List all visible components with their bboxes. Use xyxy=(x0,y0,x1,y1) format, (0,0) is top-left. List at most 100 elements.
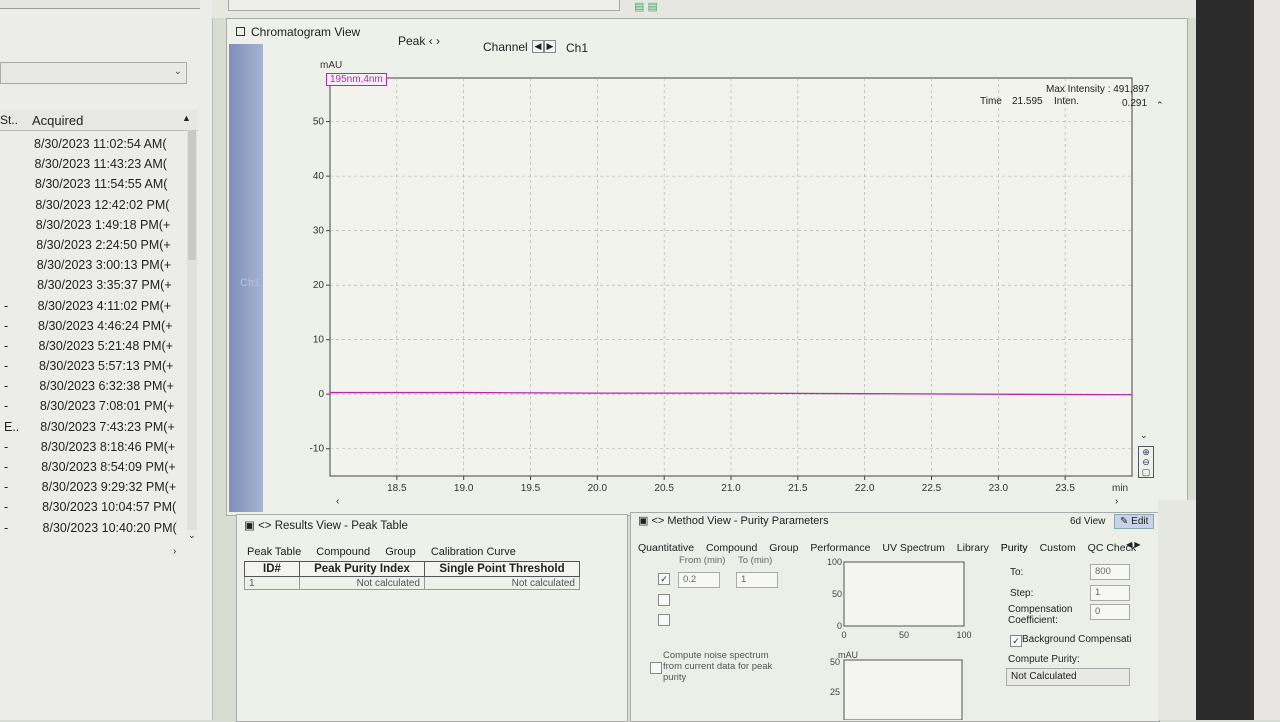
scrollbar-thumb[interactable] xyxy=(188,130,196,260)
tab-performance[interactable]: Performance xyxy=(810,542,870,554)
view-toggle[interactable]: 6d View xyxy=(1070,516,1105,527)
x-tick-label: 20.0 xyxy=(588,483,608,494)
list-item-status: - xyxy=(4,460,9,474)
tab-purity[interactable]: Purity xyxy=(1001,542,1028,554)
step-field[interactable]: 1 xyxy=(1090,585,1130,601)
list-item-status: - xyxy=(4,500,9,515)
table-row[interactable]: 1 Not calculated Not calculated xyxy=(244,576,580,590)
list-item[interactable]: 8/30/2023 11:02:54 AM( xyxy=(0,134,198,154)
list-item[interactable]: 8/30/2023 12:42:02 PM( xyxy=(0,195,198,215)
list-item[interactable]: 8/30/2023 3:35:37 PM(+ xyxy=(0,275,198,295)
acquired-list-header[interactable]: St.. Acquired ▲ xyxy=(0,110,198,131)
list-item[interactable]: - 8/30/2023 10:40:20 PM( xyxy=(0,518,198,538)
list-item[interactable]: - 8/30/2023 6:32:38 PM(+ xyxy=(0,376,198,396)
x-scroll-left-icon[interactable]: ‹ xyxy=(336,496,339,507)
compute-noise-checkbox[interactable] xyxy=(650,662,662,674)
to-min-field[interactable]: 1 xyxy=(736,572,778,588)
top-input-field[interactable] xyxy=(228,0,620,11)
window-icon[interactable]: ▣ xyxy=(638,515,648,527)
inten-label: Inten. xyxy=(1054,96,1080,107)
window-icon[interactable] xyxy=(236,27,245,36)
method-tabs: Quantitative Compound Group Performance … xyxy=(638,542,1145,554)
window-icon[interactable]: ▣ xyxy=(244,520,255,532)
list-item[interactable]: E.. 8/30/2023 7:43:23 PM(+ xyxy=(0,417,198,437)
to-field[interactable]: 800 xyxy=(1090,564,1130,580)
code-icon[interactable]: <> xyxy=(651,515,664,527)
list-item-acquired: 8/30/2023 7:08:01 PM(+ xyxy=(39,399,175,414)
range-1-checkbox[interactable]: ✓ xyxy=(658,573,670,585)
list-item[interactable]: 8/30/2023 2:24:50 PM(+ xyxy=(0,235,198,255)
monitor-bezel xyxy=(1196,0,1254,720)
toolbar-chart-icon[interactable]: ▤ ▤ xyxy=(634,0,658,13)
list-item[interactable]: - 8/30/2023 8:54:09 PM(+ xyxy=(0,457,198,477)
list-item-status: - xyxy=(4,399,9,414)
compensation-coefficient-field[interactable]: 0 xyxy=(1090,604,1130,620)
range-3-checkbox[interactable] xyxy=(658,614,670,626)
background-compensation-checkbox[interactable]: ✓ xyxy=(1010,635,1022,647)
tab-peak-table[interactable]: Peak Table xyxy=(247,546,301,558)
tab-custom[interactable]: Custom xyxy=(1040,542,1076,554)
list-item[interactable]: - 8/30/2023 8:18:46 PM(+ xyxy=(0,437,198,457)
column-header-peak-purity-index[interactable]: Peak Purity Index xyxy=(299,561,425,577)
channel-arrows[interactable]: ◀ ▶ xyxy=(532,40,556,53)
chevron-down-icon[interactable]: ⌄ xyxy=(174,66,182,77)
list-item[interactable]: - 8/30/2023 5:57:13 PM(+ xyxy=(0,356,198,376)
legend-entry: 195nm,4nm xyxy=(326,73,387,86)
list-item-acquired: 8/30/2023 10:04:57 PM( xyxy=(42,500,177,515)
scroll-down-icon[interactable]: ⌄ xyxy=(188,530,196,541)
x-tick-label: 22.0 xyxy=(855,483,875,494)
acquired-column-header[interactable]: Acquired xyxy=(32,113,83,128)
list-item[interactable]: - 8/30/2023 9:29:32 PM(+ xyxy=(0,477,198,497)
list-item-acquired: 8/30/2023 2:24:50 PM(+ xyxy=(36,237,171,252)
inten-value: 0.291 xyxy=(1122,98,1148,109)
list-item[interactable]: - 8/30/2023 5:21:48 PM(+ xyxy=(0,336,198,356)
edit-button[interactable]: ✎ Edit xyxy=(1114,514,1155,529)
peak-selector[interactable]: Peak ‹ › xyxy=(398,34,440,48)
chromatogram-plot[interactable]: 18.5 19.0 19.5 20.0 20.5 21.0 21.5 22.0 22.5 23.0… xyxy=(300,56,1150,506)
plot-scroll-down-icon[interactable]: ⌄ xyxy=(1140,430,1148,441)
max-intensity-label: Max Intensity : 491,897 xyxy=(1046,84,1150,95)
plot-scroll-up-icon[interactable]: ⌃ xyxy=(1156,100,1164,111)
tab-compound[interactable]: Compound xyxy=(316,546,370,558)
range-2-checkbox[interactable] xyxy=(658,594,670,606)
list-item-acquired: 8/30/2023 9:29:32 PM(+ xyxy=(41,480,177,495)
tab-group[interactable]: Group xyxy=(769,542,798,554)
x-scroll-right-icon[interactable]: › xyxy=(1115,496,1118,507)
list-item[interactable]: 8/30/2023 11:54:55 AM( xyxy=(0,174,198,194)
from-min-field[interactable]: 0.2 xyxy=(678,572,720,588)
list-item[interactable]: - 8/30/2023 10:04:57 PM( xyxy=(0,497,198,517)
list-item[interactable]: 8/30/2023 11:43:23 AM( xyxy=(0,154,198,174)
left-filter-combo[interactable]: ⌄ xyxy=(0,62,187,84)
method-tabs-arrows[interactable]: ◀ ▶ xyxy=(1126,540,1141,549)
tab-compound[interactable]: Compound xyxy=(706,542,757,554)
tab-quantitative[interactable]: Quantitative xyxy=(638,542,694,554)
sort-up-icon[interactable]: ▲ xyxy=(182,113,191,123)
pencil-icon: ✎ xyxy=(1120,516,1129,527)
tab-group[interactable]: Group xyxy=(385,546,416,558)
y-tick-label: 30 xyxy=(313,226,325,237)
list-item[interactable]: - 8/30/2023 4:11:02 PM(+ xyxy=(0,296,198,316)
channel-next-icon[interactable]: ▶ xyxy=(544,40,556,53)
list-item[interactable]: - 8/30/2023 7:08:01 PM(+ xyxy=(0,396,198,416)
scroll-right-icon[interactable]: › xyxy=(173,546,176,557)
x-tick-label: 23.5 xyxy=(1055,483,1075,494)
list-item[interactable]: 8/30/2023 1:49:18 PM(+ xyxy=(0,215,198,235)
column-header-single-point-threshold[interactable]: Single Point Threshold xyxy=(424,561,580,577)
compute-purity-select[interactable]: Not Calculated xyxy=(1006,668,1130,686)
list-item[interactable]: - 8/30/2023 4:46:24 PM(+ xyxy=(0,316,198,336)
column-header-id[interactable]: ID# xyxy=(244,561,300,577)
channel-prev-icon[interactable]: ◀ xyxy=(532,40,544,53)
tab-library[interactable]: Library xyxy=(957,542,989,554)
mini-x-tick-label: 50 xyxy=(899,630,909,640)
acquired-list-scrollbar[interactable] xyxy=(187,130,197,530)
list-item[interactable]: 8/30/2023 3:00:13 PM(+ xyxy=(0,255,198,275)
code-icon[interactable]: <> xyxy=(258,520,271,532)
status-column-header[interactable]: St.. xyxy=(0,113,20,127)
list-item-acquired: 8/30/2023 5:21:48 PM(+ xyxy=(38,338,173,353)
cell-id: 1 xyxy=(244,576,300,590)
peak-table-header-row: ID# Peak Purity Index Single Point Thres… xyxy=(244,561,580,577)
tab-calibration-curve[interactable]: Calibration Curve xyxy=(431,546,516,558)
peak-arrows-icon[interactable]: ‹ › xyxy=(429,34,440,48)
tab-uv-spectrum[interactable]: UV Spectrum xyxy=(882,542,944,554)
zoom-icon[interactable]: ⊕ ⊖ ▢ xyxy=(1138,446,1154,478)
